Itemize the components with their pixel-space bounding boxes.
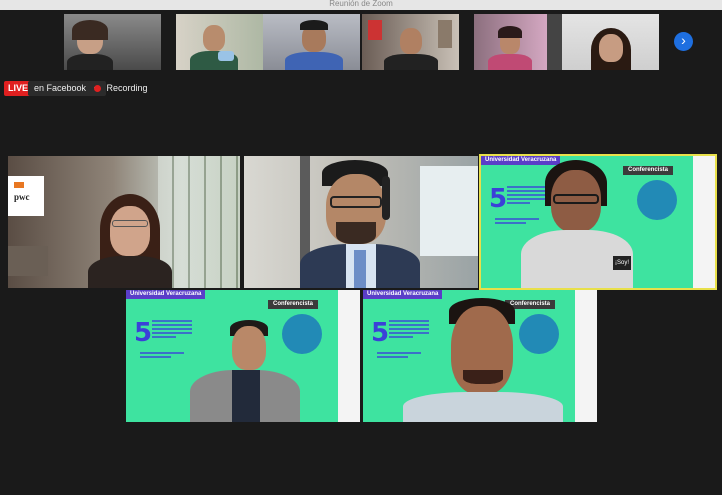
university-banner: Universidad Veracruzana <box>126 290 206 299</box>
slide-number: 5 <box>489 184 508 214</box>
video-tile-active-speaker[interactable]: Universidad Veracruzana 5 Conferencista … <box>479 154 717 290</box>
role-banner: Conferencista <box>268 300 319 309</box>
participant-thumbnail[interactable] <box>474 14 571 70</box>
globe-graphic <box>282 314 322 354</box>
chevron-right-icon: › <box>681 32 686 48</box>
video-tile[interactable] <box>244 156 478 288</box>
sponsor-sidebar <box>338 290 360 422</box>
globe-graphic <box>637 180 677 220</box>
pwc-logo-text: pwc <box>14 192 30 202</box>
record-dot-icon <box>94 85 101 92</box>
logo-sign: pwc <box>8 176 44 216</box>
slide-number: 5 <box>134 318 153 348</box>
next-page-button[interactable]: › <box>674 32 693 51</box>
globe-graphic <box>519 314 559 354</box>
participant-thumbnail[interactable] <box>64 14 161 70</box>
sponsor-sidebar <box>693 156 715 288</box>
video-tile[interactable]: pwc <box>8 156 240 288</box>
participant-thumbnail[interactable] <box>562 14 659 70</box>
participant-thumbnail[interactable] <box>362 14 459 70</box>
participant-thumbnail[interactable] <box>176 14 273 70</box>
role-banner: Conferencista <box>623 166 674 175</box>
video-tile[interactable]: Universidad Veracruzana 5 Conferencista <box>363 290 597 422</box>
shirt-logo: ¡Soy! <box>613 256 631 270</box>
university-banner: Universidad Veracruzana <box>481 156 561 165</box>
window-title: Reunión de Zoom <box>329 0 393 8</box>
live-destination-label: en Facebook <box>34 83 87 93</box>
slide-number: 5 <box>371 318 390 348</box>
recording-label: Recording <box>106 83 148 93</box>
participant-thumbnail[interactable] <box>263 14 360 70</box>
slide-text <box>507 186 545 206</box>
video-tile[interactable]: Universidad Veracruzana 5 Conferencista <box>126 290 360 422</box>
recording-indicator: Recording <box>94 81 148 96</box>
window-titlebar: Reunión de Zoom <box>0 0 722 10</box>
university-banner: Universidad Veracruzana <box>363 290 443 299</box>
sponsor-sidebar <box>575 290 597 422</box>
